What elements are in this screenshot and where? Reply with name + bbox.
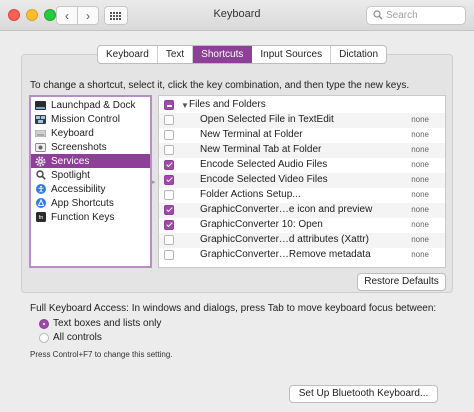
- group-checkbox[interactable]: [164, 100, 174, 110]
- category-label: Keyboard: [51, 127, 94, 139]
- category-label: Screenshots: [51, 141, 107, 153]
- shortcut-name: New Terminal Tab at Folder: [200, 144, 322, 155]
- app-shortcuts-icon: [35, 198, 46, 208]
- shortcut-name: GraphicConverter…d attributes (Xattr): [200, 234, 369, 245]
- shortcut-row[interactable]: GraphicConverter 10: Open none: [159, 218, 445, 233]
- category-app-shortcuts[interactable]: App Shortcuts: [31, 196, 150, 210]
- category-accessibility[interactable]: Accessibility: [31, 182, 150, 196]
- radio-text-boxes-lists[interactable]: Text boxes and lists only: [39, 318, 219, 331]
- shortcut-checkbox[interactable]: [164, 115, 174, 125]
- keyboard-icon: [35, 128, 46, 138]
- radio-label: All controls: [53, 332, 102, 343]
- group-label: Files and Folders: [189, 99, 266, 110]
- shortcut-checkbox[interactable]: [164, 130, 174, 140]
- category-label: Mission Control: [51, 113, 120, 125]
- disclosure-triangle-icon[interactable]: ▼: [181, 101, 189, 110]
- mission-control-icon: [35, 114, 46, 124]
- shortcut-checkbox[interactable]: [164, 175, 174, 185]
- category-launchpad-dock[interactable]: Launchpad & Dock: [31, 98, 150, 112]
- spotlight-icon: [35, 170, 46, 180]
- shortcut-key[interactable]: none: [411, 190, 429, 199]
- shortcut-name: GraphicConverter…e icon and preview: [200, 204, 373, 215]
- radio-button[interactable]: [39, 319, 49, 329]
- restore-defaults-button[interactable]: Restore Defaults: [357, 273, 446, 291]
- category-screenshots[interactable]: Screenshots: [31, 140, 150, 154]
- category-mission-control[interactable]: Mission Control: [31, 112, 150, 126]
- gear-icon: [35, 156, 46, 166]
- category-spotlight[interactable]: Spotlight: [31, 168, 150, 182]
- shortcut-checkbox[interactable]: [164, 160, 174, 170]
- shortcut-key[interactable]: none: [411, 235, 429, 244]
- shortcut-name: GraphicConverter…Remove metadata: [200, 249, 371, 260]
- tab-bar: Keyboard Text Shortcuts Input Sources Di…: [97, 45, 388, 64]
- shortcut-key[interactable]: none: [411, 220, 429, 229]
- shortcut-checkbox[interactable]: [164, 250, 174, 260]
- keyboard-preferences-window: ‹ › Keyboard Keyboard Text Shortcuts Inp…: [0, 0, 474, 412]
- svg-text:fn: fn: [38, 215, 43, 221]
- accessibility-icon: [35, 184, 46, 194]
- shortcut-row[interactable]: Open Selected File in TextEdit none: [159, 113, 445, 128]
- search-input[interactable]: [386, 8, 462, 23]
- shortcut-row[interactable]: New Terminal at Folder none: [159, 128, 445, 143]
- category-label: Function Keys: [51, 211, 115, 223]
- tab-input-sources[interactable]: Input Sources: [252, 46, 332, 63]
- shortcut-row[interactable]: Encode Selected Video Files none: [159, 173, 445, 188]
- category-function-keys[interactable]: fn Function Keys: [31, 210, 150, 224]
- shortcut-key[interactable]: none: [411, 115, 429, 124]
- category-label: Spotlight: [51, 169, 90, 181]
- screenshot-icon: [35, 142, 46, 152]
- shortcut-checkbox[interactable]: [164, 145, 174, 155]
- shortcut-row[interactable]: Folder Actions Setup... none: [159, 188, 445, 203]
- instructions-text: To change a shortcut, select it, click t…: [30, 80, 410, 91]
- full-keyboard-access-label: Full Keyboard Access: In windows and dia…: [30, 303, 437, 314]
- shortcut-name: GraphicConverter 10: Open: [200, 219, 323, 230]
- setup-bluetooth-keyboard-button[interactable]: Set Up Bluetooth Keyboard...: [289, 385, 438, 403]
- category-list[interactable]: Launchpad & Dock Mission Control Keyboar…: [29, 95, 152, 268]
- search-field[interactable]: [366, 6, 466, 25]
- category-label: Services: [51, 155, 90, 167]
- fn-key-icon: fn: [35, 212, 46, 222]
- category-keyboard[interactable]: Keyboard: [31, 126, 150, 140]
- title-bar: ‹ › Keyboard: [0, 0, 474, 31]
- shortcut-checkbox[interactable]: [164, 205, 174, 215]
- group-row-files-folders[interactable]: ▼ Files and Folders: [159, 98, 445, 113]
- shortcut-name: Encode Selected Video Files: [200, 174, 328, 185]
- shortcut-checkbox[interactable]: [164, 220, 174, 230]
- radio-button[interactable]: [39, 333, 49, 343]
- shortcut-name: Encode Selected Audio Files: [200, 159, 328, 170]
- category-label: Accessibility: [51, 183, 106, 195]
- shortcut-checkbox[interactable]: [164, 235, 174, 245]
- divider-handle-icon: ▸: [152, 179, 156, 186]
- shortcut-key[interactable]: none: [411, 145, 429, 154]
- shortcut-key[interactable]: none: [411, 130, 429, 139]
- shortcut-list[interactable]: ▼ Files and Folders Open Selected File i…: [158, 95, 446, 268]
- shortcut-key[interactable]: none: [411, 175, 429, 184]
- tab-shortcuts[interactable]: Shortcuts: [193, 46, 253, 63]
- category-services[interactable]: Services: [31, 154, 150, 168]
- shortcut-name: Folder Actions Setup...: [200, 189, 301, 200]
- shortcut-row[interactable]: New Terminal Tab at Folder none: [159, 143, 445, 158]
- category-label: Launchpad & Dock: [51, 99, 136, 111]
- shortcut-row[interactable]: GraphicConverter…Remove metadata none: [159, 248, 445, 263]
- shortcut-key[interactable]: none: [411, 160, 429, 169]
- tab-dictation[interactable]: Dictation: [331, 46, 386, 63]
- shortcut-row[interactable]: GraphicConverter…d attributes (Xattr) no…: [159, 233, 445, 248]
- category-label: App Shortcuts: [51, 197, 114, 209]
- tab-keyboard[interactable]: Keyboard: [98, 46, 158, 63]
- shortcut-key[interactable]: none: [411, 250, 429, 259]
- shortcut-name: New Terminal at Folder: [200, 129, 303, 140]
- launchpad-icon: [35, 100, 46, 110]
- shortcut-row[interactable]: Encode Selected Audio Files none: [159, 158, 445, 173]
- shortcut-row[interactable]: GraphicConverter…e icon and preview none: [159, 203, 445, 218]
- radio-label: Text boxes and lists only: [53, 318, 162, 329]
- shortcut-name: Open Selected File in TextEdit: [200, 114, 334, 125]
- keyboard-access-hint: Press Control+F7 to change this setting.: [30, 350, 173, 359]
- search-icon: [373, 10, 383, 20]
- radio-all-controls[interactable]: All controls: [39, 332, 219, 345]
- shortcut-checkbox[interactable]: [164, 190, 174, 200]
- shortcut-key[interactable]: none: [411, 205, 429, 214]
- tab-text[interactable]: Text: [158, 46, 194, 63]
